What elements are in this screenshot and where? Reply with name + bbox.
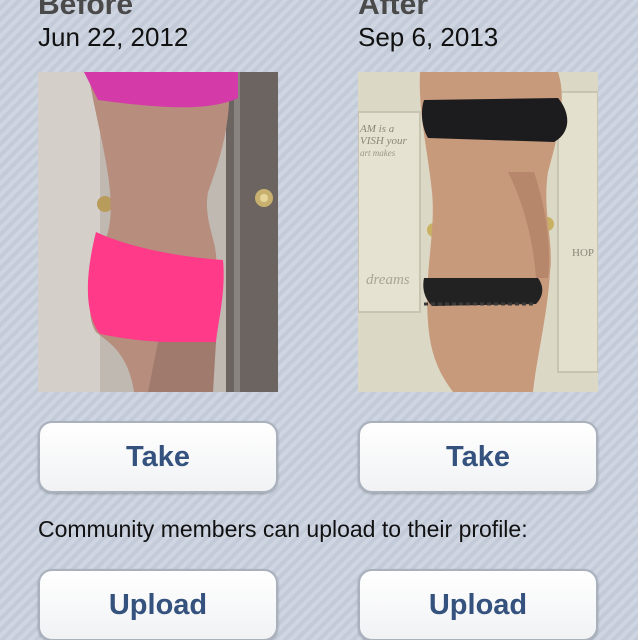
wall-text-hop: HOP [572,247,594,259]
after-upload-button[interactable]: Upload [358,569,598,640]
before-photo-image [38,72,278,392]
after-take-button[interactable]: Take [358,421,598,493]
after-photo-image: AM is a VISH your art makes dreams HOP [358,72,598,392]
before-date: Jun 22, 2012 [38,22,189,52]
wall-text-line2: VISH your [360,135,407,147]
after-date: Sep 6, 2013 [358,22,499,52]
wall-text-line3: art makes [360,148,396,158]
before-take-button[interactable]: Take [38,421,278,493]
community-caption: Community members can upload to their pr… [38,516,528,542]
after-photo[interactable]: AM is a VISH your art makes dreams HOP [358,72,598,392]
after-heading: After [358,0,429,21]
wall-text-line1: AM is a [359,123,395,135]
before-upload-button[interactable]: Upload [38,569,278,640]
wall-text-dreams: dreams [366,272,410,288]
before-photo[interactable] [38,72,278,392]
before-heading: Before [38,0,134,21]
